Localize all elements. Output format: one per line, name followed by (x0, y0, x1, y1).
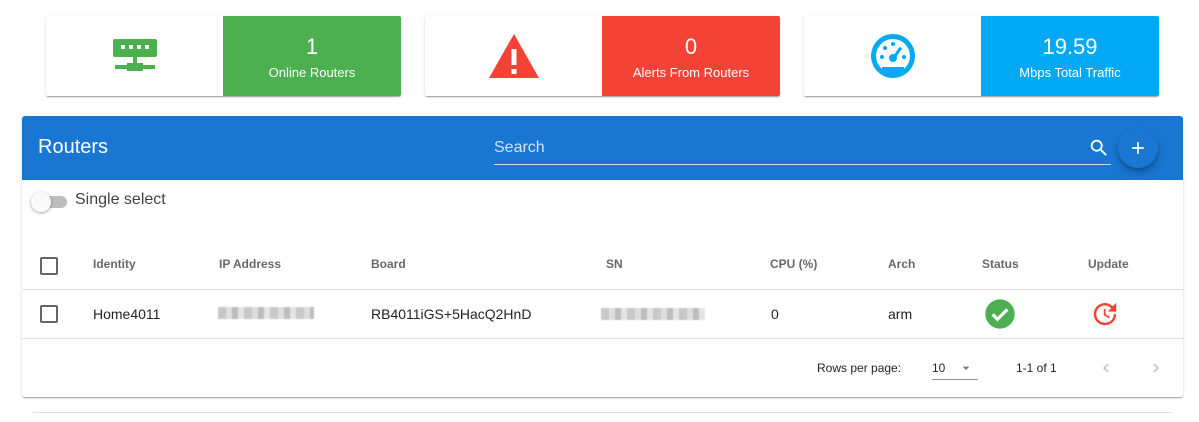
single-select-label: Single select (75, 191, 166, 208)
stat-card-alerts: 0 Alerts From Routers (425, 16, 780, 96)
plus-icon (1132, 142, 1144, 154)
column-header-sn[interactable]: SN (606, 257, 623, 271)
chevron-right-icon (1153, 363, 1159, 373)
next-page-button[interactable] (1144, 356, 1168, 380)
column-header-status[interactable]: Status (982, 257, 1019, 271)
pagination-range: 1-1 of 1 (1016, 361, 1057, 375)
stat-body-alerts: 0 Alerts From Routers (602, 16, 780, 96)
row-sn-redacted (601, 308, 705, 320)
alerts-label: Alerts From Routers (632, 64, 750, 80)
traffic-value: 19.59 (1042, 33, 1098, 59)
routers-card: Routers Single select Identity IP Addres… (22, 116, 1183, 397)
stat-body-traffic: 19.59 Mbps Total Traffic (981, 16, 1159, 96)
speedometer-icon (804, 16, 981, 96)
rows-per-page-value: 10 (932, 361, 946, 375)
column-header-arch[interactable]: Arch (888, 257, 915, 271)
warning-icon (425, 16, 602, 96)
column-header-identity[interactable]: Identity (93, 257, 136, 271)
chevron-left-icon (1103, 363, 1109, 373)
column-header-update[interactable]: Update (1088, 257, 1129, 271)
router-icon (46, 16, 223, 96)
page-divider (33, 412, 1171, 413)
header-divider (22, 289, 1183, 290)
previous-page-button[interactable] (1094, 356, 1118, 380)
stat-body-online: 1 Online Routers (223, 16, 401, 96)
single-select-switch[interactable] (31, 192, 71, 212)
row-board: RB4011iGS+5HacQ2HnD (371, 306, 532, 322)
rows-per-page-select[interactable]: 10 (932, 356, 978, 380)
row-identity: Home4011 (93, 306, 161, 322)
check-circle-icon (984, 298, 1016, 335)
row-divider (22, 338, 1183, 339)
update-icon[interactable] (1090, 299, 1120, 334)
row-ip-address-redacted (218, 307, 314, 319)
stat-card-online-routers: 1 Online Routers (46, 16, 401, 96)
column-header-ip-address[interactable]: IP Address (219, 257, 281, 271)
rows-per-page-label: Rows per page: (817, 361, 902, 375)
dropdown-arrow-icon (962, 366, 970, 370)
switch-thumb (31, 192, 51, 212)
online-routers-count: 1 (305, 33, 319, 59)
row-arch: arm (888, 306, 913, 322)
column-header-cpu[interactable]: CPU (%) (770, 257, 817, 271)
traffic-label: Mbps Total Traffic (1019, 64, 1121, 80)
select-all-checkbox[interactable] (40, 257, 58, 275)
stat-card-traffic: 19.59 Mbps Total Traffic (804, 16, 1159, 96)
search-icon[interactable] (1088, 137, 1110, 159)
row-cpu: 0 (771, 306, 779, 322)
routers-toolbar: Routers (22, 116, 1183, 180)
alerts-count: 0 (684, 33, 698, 59)
column-header-board[interactable]: Board (371, 257, 406, 271)
routers-title: Routers (38, 136, 109, 158)
search-input[interactable] (494, 136, 1074, 160)
row-checkbox[interactable] (40, 305, 58, 323)
online-routers-label: Online Routers (268, 64, 356, 80)
search-field[interactable] (494, 132, 1111, 165)
add-router-button[interactable] (1118, 128, 1158, 168)
